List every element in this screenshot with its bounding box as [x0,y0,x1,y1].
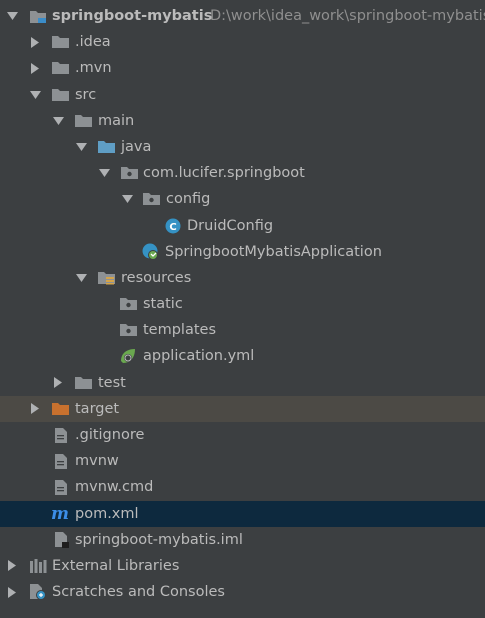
package-icon [143,186,161,212]
libraries-icon [29,553,47,579]
text-file-icon [54,448,72,474]
scratches-icon [29,579,47,605]
source-folder-icon [98,134,116,160]
tree-row-main[interactable]: main [0,108,485,134]
text-file-icon [54,474,72,500]
tree-row-project-root[interactable]: springboot-mybatis D:\work\idea_work\spr… [0,3,485,29]
tree-item-label: .idea [75,34,111,51]
chevron-right-icon[interactable] [29,55,41,81]
resources-folder-icon [98,265,116,291]
tree-item-label: DruidConfig [187,217,274,234]
tree-item-label: java [121,138,152,155]
iml-file-icon [54,527,72,553]
tree-item-label: mvnw [75,453,119,470]
tree-row-test[interactable]: test [0,370,485,396]
project-path: D:\work\idea_work\springboot-mybatis [210,8,485,24]
chevron-down-icon[interactable] [121,186,133,212]
tree-row-mvn[interactable]: .mvn [0,55,485,81]
chevron-down-icon[interactable] [75,265,87,291]
tree-item-label: mvnw.cmd [75,479,154,496]
tree-row-scratches[interactable]: Scratches and Consoles [0,579,485,605]
folder-icon [52,82,70,108]
chevron-down-icon[interactable] [98,160,110,186]
tree-row-resources[interactable]: resources [0,265,485,291]
tree-row-target[interactable]: target [0,395,485,422]
tree-row-src[interactable]: src [0,82,485,108]
tree-item-label: application.yml [143,348,255,365]
tree-item-label: com.lucifer.springboot [143,165,305,182]
tree-item-label: pom.xml [75,505,139,522]
spring-boot-class-icon [142,239,160,265]
tree-row-gitignore[interactable]: .gitignore [0,422,485,448]
tree-item-label: static [143,296,183,313]
package-icon [121,160,139,186]
tree-row-mvnw[interactable]: mvnw [0,448,485,474]
tree-item-label: Scratches and Consoles [52,584,225,601]
tree-row-templates[interactable]: templates [0,317,485,343]
project-tree: springboot-mybatis D:\work\idea_work\spr… [0,3,485,605]
tree-item-label: test [98,374,126,391]
folder-icon [52,29,70,55]
module-folder-icon [29,3,47,29]
tree-item-label: src [75,86,97,103]
tree-row-package[interactable]: com.lucifer.springboot [0,160,485,186]
svg-text:C: C [169,222,176,233]
folder-icon [75,108,93,134]
tree-item-label: config [166,191,211,208]
excluded-folder-icon [52,396,70,422]
tree-row-static[interactable]: static [0,291,485,317]
maven-icon: m [51,501,69,527]
folder-icon [120,317,138,343]
svg-text:m: m [51,506,69,522]
tree-item-label: target [75,400,120,417]
chevron-right-icon[interactable] [6,553,18,579]
tree-item-label: springboot-mybatis.iml [75,531,243,548]
folder-icon [75,370,93,396]
folder-icon [120,291,138,317]
tree-row-application-class[interactable]: SpringbootMybatisApplication [0,239,485,265]
chevron-right-icon[interactable] [52,370,64,396]
tree-item-label: External Libraries [52,557,180,574]
chevron-right-icon[interactable] [29,29,41,55]
chevron-down-icon[interactable] [6,3,18,29]
tree-item-label: templates [143,322,217,339]
tree-item-label: .mvn [75,60,112,77]
tree-item-label: resources [121,269,192,286]
chevron-right-icon[interactable] [29,396,41,422]
tree-row-idea[interactable]: .idea [0,29,485,55]
tree-row-config[interactable]: config [0,186,485,212]
tree-row-external-libraries[interactable]: External Libraries [0,553,485,579]
tree-row-iml[interactable]: springboot-mybatis.iml [0,527,485,553]
chevron-down-icon[interactable] [75,134,87,160]
tree-item-label: springboot-mybatis [52,8,213,24]
chevron-down-icon[interactable] [52,108,64,134]
text-file-icon [54,422,72,448]
class-icon: C [165,213,183,239]
tree-row-pom[interactable]: m pom.xml [0,500,485,527]
tree-item-label: .gitignore [75,427,145,443]
tree-row-application-yml[interactable]: application.yml [0,343,485,369]
spring-config-icon [119,343,137,369]
tree-item-label: SpringbootMybatisApplication [165,243,382,260]
chevron-right-icon[interactable] [6,579,18,605]
chevron-down-icon[interactable] [29,82,41,108]
tree-row-java[interactable]: java [0,134,485,160]
tree-row-mvnw-cmd[interactable]: mvnw.cmd [0,474,485,500]
tree-item-label: main [98,112,135,129]
tree-row-druidconfig[interactable]: C DruidConfig [0,213,485,239]
folder-icon [52,55,70,81]
